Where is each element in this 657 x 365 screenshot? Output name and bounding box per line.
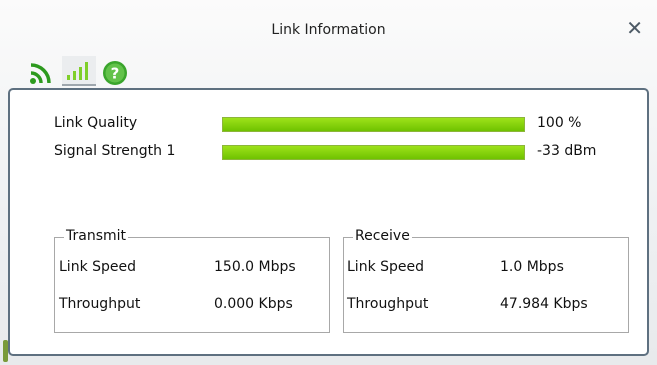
transmit-group: Transmit Link Speed 150.0 Mbps Throughpu…: [54, 228, 330, 333]
receive-title: Receive: [353, 228, 412, 244]
resize-grip[interactable]: [3, 340, 8, 362]
receive-throughput-value: 47.984 Kbps: [500, 296, 588, 312]
transmit-link-speed-label: Link Speed: [59, 259, 137, 275]
signal-strength-label: Signal Strength 1: [54, 143, 176, 159]
window-title: Link Information: [271, 22, 386, 38]
link-quality-value: 100 %: [537, 115, 582, 131]
link-quality-bar: [222, 117, 525, 132]
receive-link-speed-label: Link Speed: [347, 259, 425, 275]
signal-strength-bar: [222, 145, 525, 160]
help-icon[interactable]: ?: [102, 60, 128, 86]
transmit-title: Transmit: [64, 228, 129, 244]
link-quality-label: Link Quality: [54, 115, 138, 131]
toolbar: ?: [28, 56, 128, 86]
receive-throughput-label: Throughput: [347, 296, 429, 312]
svg-text:?: ?: [111, 65, 120, 83]
transmit-throughput-value: 0.000 Kbps: [214, 296, 293, 312]
receive-link-speed-value: 1.0 Mbps: [500, 259, 564, 275]
link-information-window: Link Information ✕ ? Link Quality 100 % …: [0, 0, 657, 365]
receive-group: Receive Link Speed 1.0 Mbps Throughput 4…: [343, 228, 629, 333]
signal-strength-value: -33 dBm: [537, 143, 597, 159]
signal-strength-bar-fill: [223, 146, 524, 159]
signal-bars-icon[interactable]: [62, 56, 96, 86]
transmit-throughput-label: Throughput: [59, 296, 141, 312]
transmit-link-speed-value: 150.0 Mbps: [214, 259, 296, 275]
close-icon[interactable]: ✕: [626, 18, 643, 38]
wifi-signal-icon[interactable]: [28, 62, 56, 86]
link-quality-bar-fill: [223, 118, 524, 131]
link-info-panel: Link Quality 100 % Signal Strength 1 -33…: [8, 88, 649, 356]
